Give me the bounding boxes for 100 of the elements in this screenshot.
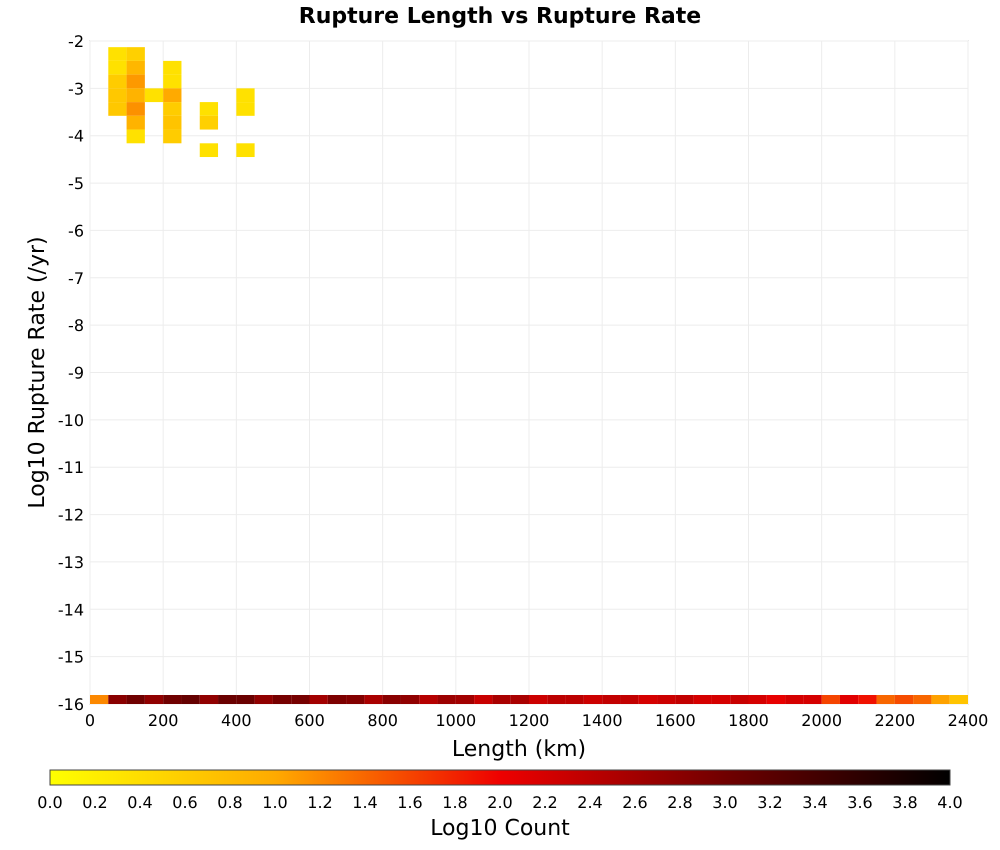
tick-label: 0.8 xyxy=(217,793,243,812)
tick-label: 1.8 xyxy=(442,793,468,812)
tick-label: 3.2 xyxy=(757,793,783,812)
tick-label: 0.6 xyxy=(172,793,198,812)
heatmap-cell xyxy=(529,695,548,704)
tick-label: -2 xyxy=(68,32,84,51)
heatmap-cell xyxy=(950,695,968,704)
heatmap-cell xyxy=(163,60,182,75)
heatmap-cell xyxy=(126,695,145,704)
tick-label: 0.2 xyxy=(82,793,108,812)
tick-label: -12 xyxy=(58,506,84,525)
tick-label: -16 xyxy=(58,695,84,714)
tick-label: 1.2 xyxy=(307,793,333,812)
heatmap-cell xyxy=(181,695,200,704)
tick-label: 1.6 xyxy=(397,793,423,812)
heatmap-cell xyxy=(822,695,840,704)
heatmap-cell xyxy=(474,695,492,704)
heatmap-cell xyxy=(90,695,108,704)
tick-label: -11 xyxy=(58,458,84,478)
heatmap-cell xyxy=(638,695,658,704)
heatmap-cell xyxy=(931,695,950,704)
heatmap-cell xyxy=(364,695,383,704)
tick-label: -10 xyxy=(58,410,84,430)
heatmap-cell xyxy=(382,695,401,704)
heatmap-cell xyxy=(547,695,566,704)
tick-label: 0.4 xyxy=(127,793,153,812)
tick-label: -8 xyxy=(68,316,84,336)
tick-label: -9 xyxy=(68,364,84,382)
heatmap-cell xyxy=(438,695,456,704)
heatmap-cell xyxy=(894,695,914,704)
heatmap-cell xyxy=(310,695,328,704)
heatmap-cell xyxy=(492,695,511,704)
heatmap-cell xyxy=(126,116,145,130)
tick-label: -13 xyxy=(58,552,84,572)
heatmap-cell xyxy=(346,695,364,704)
heatmap-cell xyxy=(748,695,767,704)
tick-label: 1400 xyxy=(582,711,623,730)
tick-label: 2.0 xyxy=(487,793,513,812)
heatmap-cell xyxy=(200,102,218,116)
heatmap-cell xyxy=(620,695,639,704)
heatmap-cell xyxy=(510,695,529,704)
tick-label: 3.8 xyxy=(892,793,918,812)
tick-label: 1600 xyxy=(654,711,696,730)
heatmap-cell xyxy=(584,695,602,704)
tick-label: 400 xyxy=(221,711,252,730)
heatmap-cell xyxy=(126,74,145,88)
heatmap-cell xyxy=(272,695,292,704)
tick-label: 3.4 xyxy=(802,793,828,812)
heatmap-cell xyxy=(419,695,438,704)
tick-label: 800 xyxy=(367,711,398,730)
tick-label: 1.4 xyxy=(352,793,378,812)
heatmap-cell xyxy=(108,74,127,88)
axis-title: Length (km) xyxy=(452,737,586,762)
heatmap-cell xyxy=(236,102,255,116)
tick-label: -14 xyxy=(58,600,84,620)
chart-title: Rupture Length vs Rupture Rate xyxy=(298,3,702,30)
heatmap-cell xyxy=(291,695,310,704)
tick-label: 3.6 xyxy=(847,793,873,812)
tick-label: 2200 xyxy=(874,711,916,730)
heatmap-cell xyxy=(126,60,145,75)
tick-label: 200 xyxy=(148,711,178,730)
heatmap-cell xyxy=(456,695,474,704)
heatmap-cell xyxy=(126,47,145,61)
heatmap-cell xyxy=(163,695,182,704)
tick-label: 2.8 xyxy=(667,793,693,812)
tick-label: 1.0 xyxy=(262,793,288,812)
heatmap-cell xyxy=(840,695,858,704)
tick-label: 2400 xyxy=(948,711,988,730)
tick-label: 1200 xyxy=(508,711,550,730)
tick-label: 1000 xyxy=(435,711,476,730)
heatmap-cell xyxy=(328,695,346,704)
tick-label: -6 xyxy=(68,221,84,240)
heatmap-cell xyxy=(876,695,895,704)
heatmap-cell xyxy=(163,130,182,144)
heatmap-cell xyxy=(108,102,127,116)
tick-label: 3.0 xyxy=(712,793,738,812)
heatmap-cell xyxy=(913,695,932,704)
heatmap-cell xyxy=(803,695,822,704)
heatmap-cell xyxy=(766,695,786,704)
heatmap-cell xyxy=(126,88,145,102)
tick-label: 2.6 xyxy=(622,793,648,812)
heatmap-cell xyxy=(200,695,218,704)
heatmap-cell xyxy=(163,88,182,102)
heatmap-cell xyxy=(126,130,145,144)
tick-label: -4 xyxy=(68,126,84,146)
tick-label: -3 xyxy=(68,79,84,98)
tick-label: 0 xyxy=(84,711,96,730)
axis-title: Log10 Rupture Rate (/yr) xyxy=(25,236,50,509)
heatmap-cell xyxy=(730,695,748,704)
heatmap-cell xyxy=(163,102,182,116)
heatmap-cell xyxy=(400,695,420,704)
heatmap-cell xyxy=(566,695,584,704)
tick-label: -7 xyxy=(68,268,84,288)
heatmap-cell xyxy=(694,695,712,704)
tick-label: 2000 xyxy=(801,711,842,730)
heatmap-cell xyxy=(602,695,620,704)
heatmap-cell xyxy=(108,47,127,61)
tick-label: -15 xyxy=(58,648,84,667)
heatmap-cell xyxy=(218,695,236,704)
tick-label: 0.0 xyxy=(37,793,63,812)
